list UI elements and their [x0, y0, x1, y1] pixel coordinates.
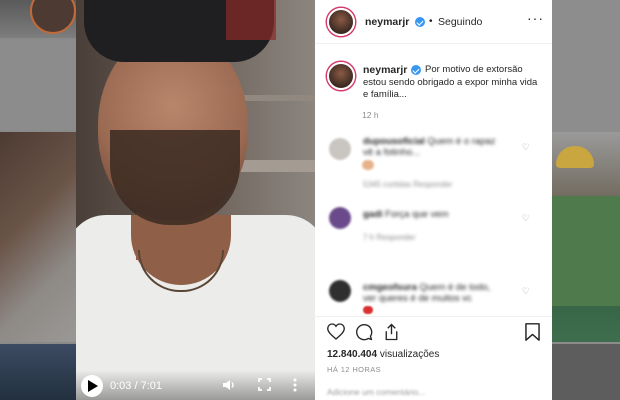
- post-header: neymarjr • Seguindo ···: [315, 0, 552, 44]
- caption-text: Por motivo de extorsão estou sendo obrig…: [363, 64, 538, 100]
- volume-icon[interactable]: [222, 378, 236, 392]
- comment-text: gadi Força que vem: [363, 209, 449, 220]
- follow-status-button[interactable]: Seguindo: [438, 16, 482, 28]
- comment-like-icon[interactable]: ♡: [522, 142, 530, 153]
- more-vert-icon[interactable]: [292, 378, 298, 392]
- heart-emoji-icon: [363, 306, 373, 314]
- comment-text: dupousoficial Quem é o rapaz vê a fotinh…: [363, 136, 496, 158]
- caption-avatar[interactable]: [327, 62, 355, 90]
- time-separator: /: [134, 380, 138, 392]
- views-label: visualizações: [379, 349, 440, 360]
- heart-icon[interactable]: [327, 323, 345, 340]
- fullscreen-icon[interactable]: [258, 378, 271, 391]
- comment-text: cmgeofsura Quem é de todo, ver queres é …: [363, 282, 491, 304]
- views-number: 12.840.404: [327, 349, 378, 360]
- caption-timestamp: 12 h: [362, 110, 379, 120]
- post-time-ago: HÁ 12 HORAS: [327, 365, 381, 374]
- comment-avatar[interactable]: [329, 207, 351, 229]
- background-post-image: [0, 132, 76, 342]
- comment-icon[interactable]: [355, 323, 373, 341]
- video-controls: 0:03 / 7:01: [76, 370, 315, 400]
- play-icon: [88, 380, 98, 392]
- post-panel: neymarjr • Seguindo ··· neymarjr Por mot…: [315, 0, 552, 400]
- comment-meta: 5345 curtidas Responder: [363, 180, 453, 189]
- post-video[interactable]: [76, 0, 315, 400]
- share-icon[interactable]: [383, 323, 400, 341]
- post-caption: Por motivo de extorsão estou sendo obrig…: [363, 64, 545, 102]
- emoji-icon: [362, 160, 374, 170]
- current-time: 0:03: [110, 380, 132, 392]
- separator-dot: •: [429, 16, 433, 27]
- background-post-image: [0, 344, 76, 400]
- post-username[interactable]: neymarjr: [365, 16, 409, 28]
- background-post-image: [552, 344, 620, 400]
- comment-like-icon[interactable]: ♡: [522, 286, 530, 297]
- background-feed-left: [0, 0, 76, 400]
- avatar[interactable]: [327, 8, 355, 36]
- comment-avatar[interactable]: [329, 280, 351, 302]
- verified-icon: [415, 17, 425, 27]
- view-count: 12.840.404 visualizações: [327, 349, 439, 360]
- background-feed-right: [552, 0, 620, 400]
- comment-like-icon[interactable]: ♡: [522, 213, 530, 224]
- instagram-post-page: 0:03 / 7:01 neymarjr • Seguindo ··· neym…: [0, 0, 620, 400]
- comment-avatar[interactable]: [329, 138, 351, 160]
- post-actions: 12.840.404 visualizações HÁ 12 HORAS Adi…: [315, 316, 552, 397]
- video-time: 0:03 / 7:01: [110, 380, 162, 392]
- play-button[interactable]: [81, 375, 103, 397]
- add-comment-input[interactable]: Adicione um comentário...: [327, 387, 425, 397]
- bookmark-icon[interactable]: [525, 323, 540, 341]
- duration: 7:01: [140, 380, 163, 392]
- more-options-icon[interactable]: ···: [527, 10, 544, 26]
- comment-meta: 7 h Responder: [363, 233, 416, 242]
